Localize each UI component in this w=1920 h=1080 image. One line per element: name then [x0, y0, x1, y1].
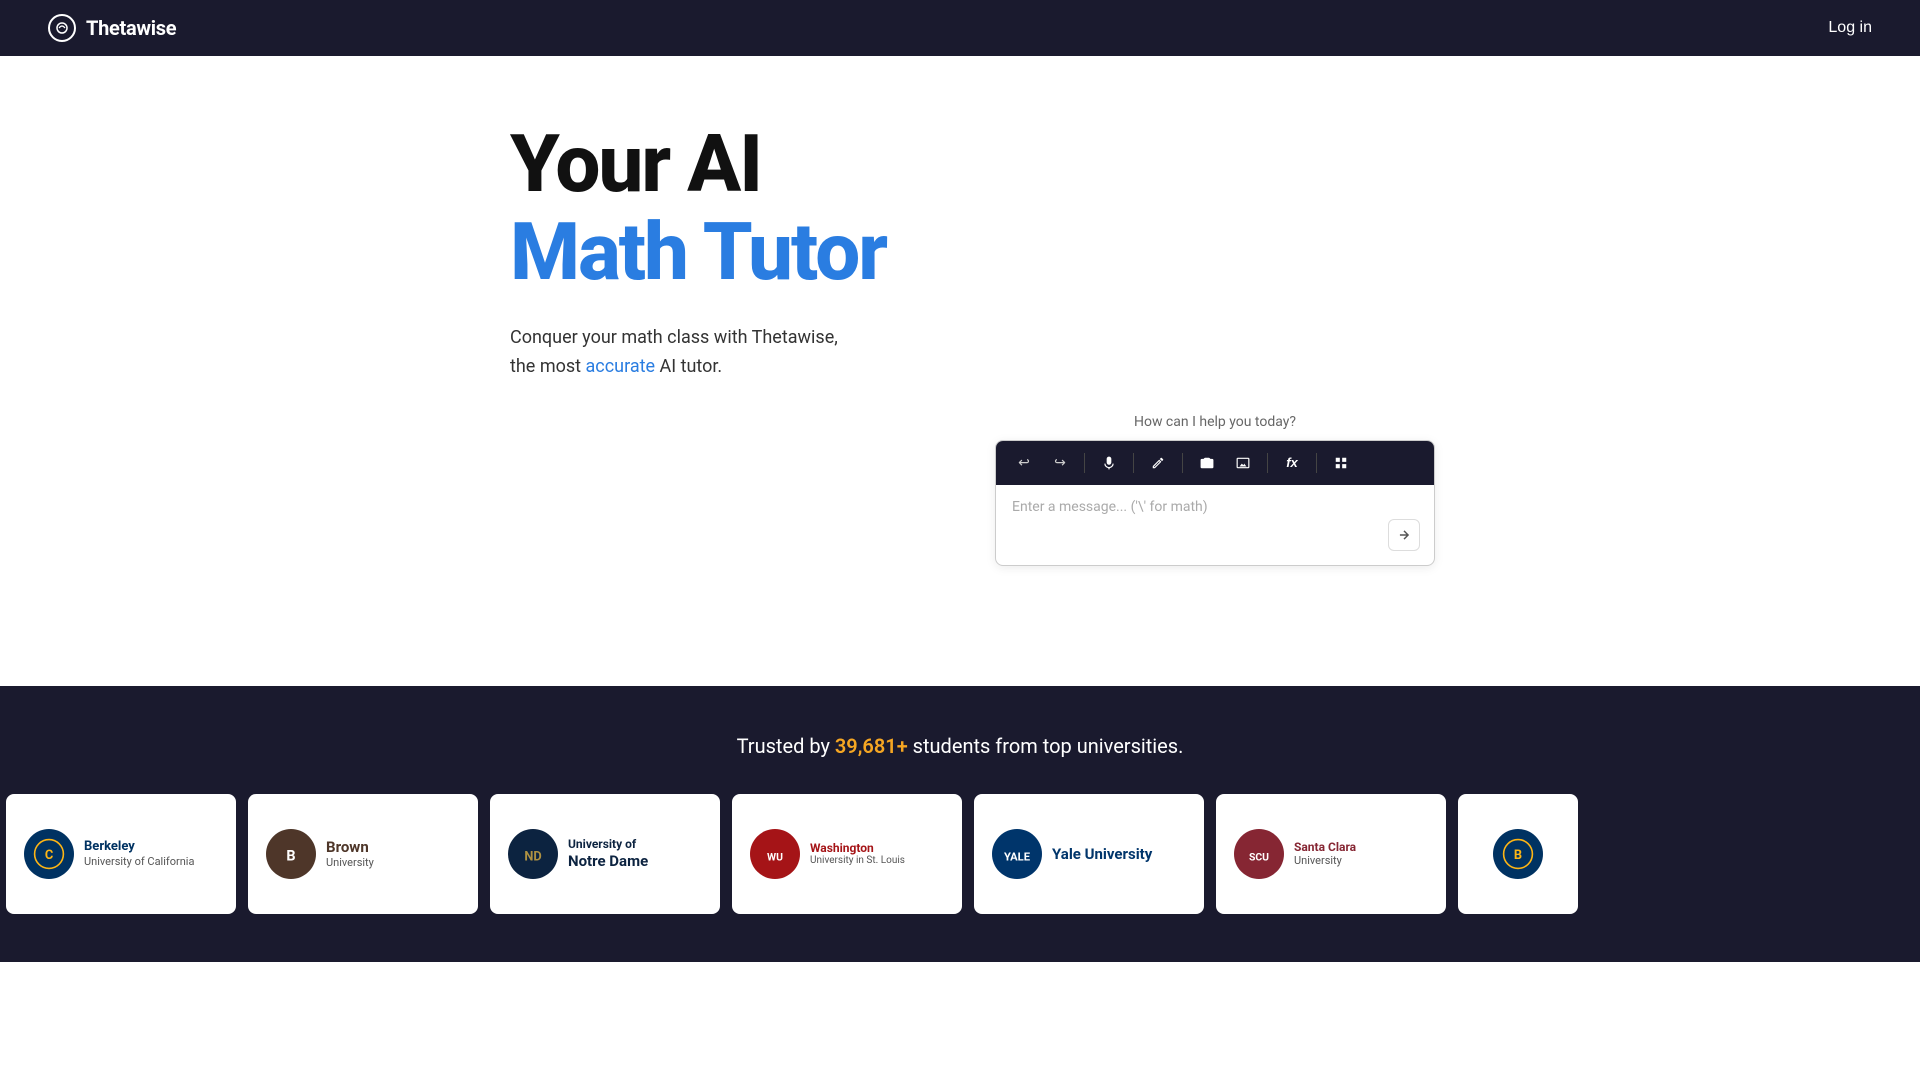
svg-text:YALE: YALE — [1004, 850, 1031, 863]
login-button[interactable]: Log in — [1828, 19, 1872, 37]
toolbar-separator-5 — [1316, 453, 1317, 473]
uni-card-scu: SCU Santa Clara University — [1216, 794, 1446, 914]
toolbar-separator-2 — [1133, 453, 1134, 473]
svg-text:SCU: SCU — [1249, 850, 1269, 863]
universities-strip: C Berkeley University of California B — [0, 794, 1584, 914]
uni-card-berkeley: C Berkeley University of California — [6, 794, 236, 914]
send-button[interactable] — [1388, 519, 1420, 551]
trust-count: 39,681+ — [835, 734, 908, 758]
uni-badge-extra: B — [1493, 829, 1543, 879]
uni-name-notredame: University of Notre Dame — [568, 837, 648, 869]
brand: Thetawise — [48, 14, 176, 42]
draw-button[interactable] — [1144, 449, 1172, 477]
uni-badge-berkeley: C — [24, 829, 74, 879]
hero-section: Your AI Math Tutor Conquer your math cla… — [0, 0, 1920, 626]
chat-toolbar: ↩ ↪ — [996, 441, 1434, 485]
chat-input-area — [996, 485, 1434, 565]
uni-card-washu: WU Washington University in St. Louis — [732, 794, 962, 914]
uni-logo-brown: B Brown University — [266, 829, 460, 879]
uni-name-brown: Brown University — [326, 838, 374, 869]
uni-card-brown: B Brown University — [248, 794, 478, 914]
trust-title: Trusted by 39,681+ students from top uni… — [0, 734, 1920, 758]
uni-logo-washu: WU Washington University in St. Louis — [750, 829, 944, 879]
grid-button[interactable] — [1327, 449, 1355, 477]
uni-name-berkeley: Berkeley University of California — [84, 839, 194, 868]
uni-badge-yale: YALE — [992, 829, 1042, 879]
universities-strip-wrapper: C Berkeley University of California B — [0, 794, 1920, 914]
camera-button[interactable] — [1193, 449, 1221, 477]
uni-name-yale: Yale University — [1052, 845, 1152, 863]
uni-card-extra: B — [1458, 794, 1578, 914]
uni-name-washu: Washington University in St. Louis — [810, 841, 905, 866]
uni-badge-scu: SCU — [1234, 829, 1284, 879]
trust-after: students from top universities. — [908, 734, 1184, 758]
toolbar-separator-1 — [1084, 453, 1085, 473]
uni-badge-washu: WU — [750, 829, 800, 879]
uni-logo-berkeley: C Berkeley University of California — [24, 829, 218, 879]
svg-text:C: C — [45, 847, 53, 862]
svg-text:ND: ND — [524, 849, 541, 864]
chat-input[interactable] — [1012, 499, 1418, 539]
uni-badge-notredame: ND — [508, 829, 558, 879]
uni-card-notredame: ND University of Notre Dame — [490, 794, 720, 914]
svg-text:B: B — [286, 847, 295, 864]
hero-title-line1: Your AI — [510, 117, 761, 211]
accurate-highlight: accurate — [586, 356, 656, 377]
toolbar-separator-4 — [1267, 453, 1268, 473]
uni-badge-brown: B — [266, 829, 316, 879]
uni-name-scu: Santa Clara University — [1294, 840, 1356, 867]
toolbar-separator-3 — [1182, 453, 1183, 473]
hero-title-line2: Math Tutor — [510, 208, 886, 296]
navbar: Thetawise Log in — [0, 0, 1920, 56]
svg-text:B: B — [1514, 847, 1522, 862]
uni-card-yale: YALE Yale University — [974, 794, 1204, 914]
universities-section: Trusted by 39,681+ students from top uni… — [0, 686, 1920, 962]
brand-label: Thetawise — [86, 16, 176, 40]
svg-text:WU: WU — [767, 850, 783, 863]
uni-logo-notredame: ND University of Notre Dame — [508, 829, 702, 879]
hero-title: Your AI Math Tutor — [510, 120, 886, 296]
mic-button[interactable] — [1095, 449, 1123, 477]
uni-logo-yale: YALE Yale University — [992, 829, 1186, 879]
chat-prompt-label: How can I help you today? — [1134, 414, 1296, 430]
fx-button[interactable]: fx — [1278, 449, 1306, 477]
image-button[interactable] — [1229, 449, 1257, 477]
trust-before: Trusted by — [737, 734, 835, 758]
brand-icon — [48, 14, 76, 42]
chat-container: ↩ ↪ — [995, 440, 1435, 566]
undo-button[interactable]: ↩ — [1010, 449, 1038, 477]
uni-logo-scu: SCU Santa Clara University — [1234, 829, 1428, 879]
redo-button[interactable]: ↪ — [1046, 449, 1074, 477]
chat-section: How can I help you today? ↩ ↪ — [510, 414, 1920, 566]
hero-subtitle: Conquer your math class with Thetawise, … — [510, 324, 838, 382]
